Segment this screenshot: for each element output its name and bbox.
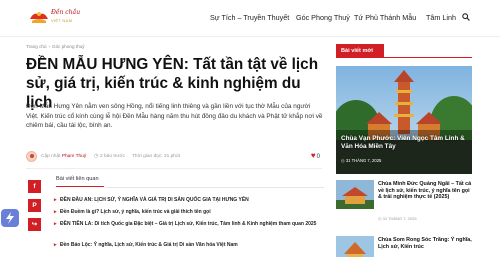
sidebar-thumb[interactable] (336, 180, 374, 209)
site-header: Đền chầu VIỆT NAM Sự Tích – Truyền Thuyế… (0, 0, 500, 37)
breadcrumb: Trang chủ › Góc phong thuỷ (26, 44, 84, 49)
sidebar-post-date: ◷ 31 THÁNG 7, 2025 (378, 216, 417, 221)
bullet-icon: ▸ (54, 197, 57, 203)
publish-time: 2 bảo trước (100, 154, 126, 159)
sidebar-thumb[interactable] (336, 236, 374, 257)
related-item-text[interactable]: ĐỀN TIÊN LA: Di tích Quốc gia Đặc biệt –… (60, 221, 316, 227)
related-item[interactable]: ▸ Đền Đuềm là gì? Lịch sử, ý nghĩa, kiến … (54, 209, 322, 216)
author-line: Cập nhật Phạm Thuỷ (41, 154, 86, 159)
related-item-text[interactable]: ĐỀN ĐẦU AN: LỊCH SỬ, Ý NGHĨA VÀ GIÁ TRỊ … (60, 197, 249, 203)
breadcrumb-separator: › (48, 44, 51, 49)
related-posts: Bài viết liên quan ▸ ĐỀN ĐẦU AN: LỊCH SỬ,… (54, 176, 324, 257)
article-meta: Cập nhật Phạm Thuỷ ◷ 2 bảo trước Thời gi… (26, 150, 322, 166)
related-item[interactable]: ▸ ĐỀN ĐẦU AN: LỊCH SỬ, Ý NGHĨA VÀ GIÁ TRỊ… (54, 197, 322, 204)
bullet-icon: ▸ (54, 209, 57, 215)
feature-date: ◷ 31 THÁNG 7, 2025 (341, 158, 381, 163)
like-button[interactable]: ♥0 (311, 151, 320, 160)
share-pinterest-button[interactable]: P (28, 199, 41, 212)
nav-item-tu-phu-thanh-mau[interactable]: Tứ Phủ Thánh Mẫu (354, 13, 416, 22)
like-count: 0 (316, 154, 320, 160)
bullet-icon: ▸ (54, 242, 57, 248)
related-item-text[interactable]: Đền Bảo Lộc: Ý nghĩa, Lịch sử, Kiến trúc… (60, 242, 238, 248)
post-thumbnail (336, 236, 374, 257)
divider (26, 168, 322, 169)
feature-title[interactable]: Chùa Vạn Phước: Viên Ngọc Tâm Linh & Văn… (341, 135, 469, 151)
read-time: Thời gian đọc: 21 phút (132, 154, 180, 159)
floating-action-button[interactable] (1, 209, 19, 227)
facebook-icon: f (33, 183, 36, 190)
lightning-icon (6, 212, 14, 224)
author-name[interactable]: Phạm Thuỷ (62, 154, 86, 159)
article-excerpt: Đền Mẫu Hưng Yên nằm ven sông Hồng, nổi … (26, 103, 323, 130)
nav-item-tam-linh[interactable]: Tâm Linh (426, 13, 456, 22)
sidebar-post-title[interactable]: Chùa Som Rong Sóc Trăng: Ý nghĩa, Lịch s… (378, 237, 472, 250)
post-thumbnail (336, 180, 374, 209)
feature-date-text: 31 THÁNG 7, 2025 (345, 158, 382, 163)
search-icon[interactable] (462, 13, 470, 21)
breadcrumb-home[interactable]: Trang chủ (26, 44, 47, 49)
related-item[interactable]: ▸ ĐỀN TIÊN LA: Di tích Quốc gia Đặc biệt … (54, 221, 322, 228)
related-item[interactable]: ▸ Đền Bảo Lộc: Ý nghĩa, Lịch sử, Kiến trú… (54, 242, 322, 249)
pinterest-icon: P (32, 202, 37, 209)
heart-icon: ♥ (310, 151, 316, 160)
related-divider (106, 187, 324, 188)
bullet-icon: ▸ (54, 221, 57, 227)
sidebar-feature-post[interactable]: Chùa Vạn Phước: Viên Ngọc Tâm Linh & Văn… (336, 66, 472, 174)
logo-name: Đền chầu (51, 9, 81, 16)
logo-tagline: VIỆT NAM (51, 18, 73, 23)
breadcrumb-current[interactable]: Góc phong thuỷ (52, 44, 84, 49)
sidebar-heading: Bài viết mới (336, 44, 384, 58)
author-prefix: Cập nhật (41, 154, 61, 159)
share-facebook-button[interactable]: f (28, 180, 41, 193)
author-avatar[interactable] (26, 151, 37, 162)
share-button[interactable]: ↪ (28, 218, 41, 231)
nav-item-su-tich[interactable]: Sự Tích – Truyền Thuyết (210, 13, 289, 22)
share-icon: ↪ (31, 221, 38, 228)
clock-icon: ◷ (94, 154, 99, 159)
site-logo[interactable]: Đền chầu VIỆT NAM (29, 6, 81, 31)
sidebar-divider (336, 57, 472, 58)
related-heading: Bài viết liên quan (56, 176, 104, 187)
logo-mark-icon (30, 12, 48, 23)
nav-item-goc-phong-thuy[interactable]: Góc Phong Thuỷ (296, 13, 350, 22)
related-item-text[interactable]: Đền Đuềm là gì? Lịch sử, ý nghĩa, kiến t… (60, 209, 211, 215)
sidebar-post-date-text: 31 THÁNG 7, 2025 (382, 216, 417, 221)
sidebar-post-title[interactable]: Chùa Minh Đức Quảng Ngãi – Tất cả về lịc… (378, 181, 472, 201)
